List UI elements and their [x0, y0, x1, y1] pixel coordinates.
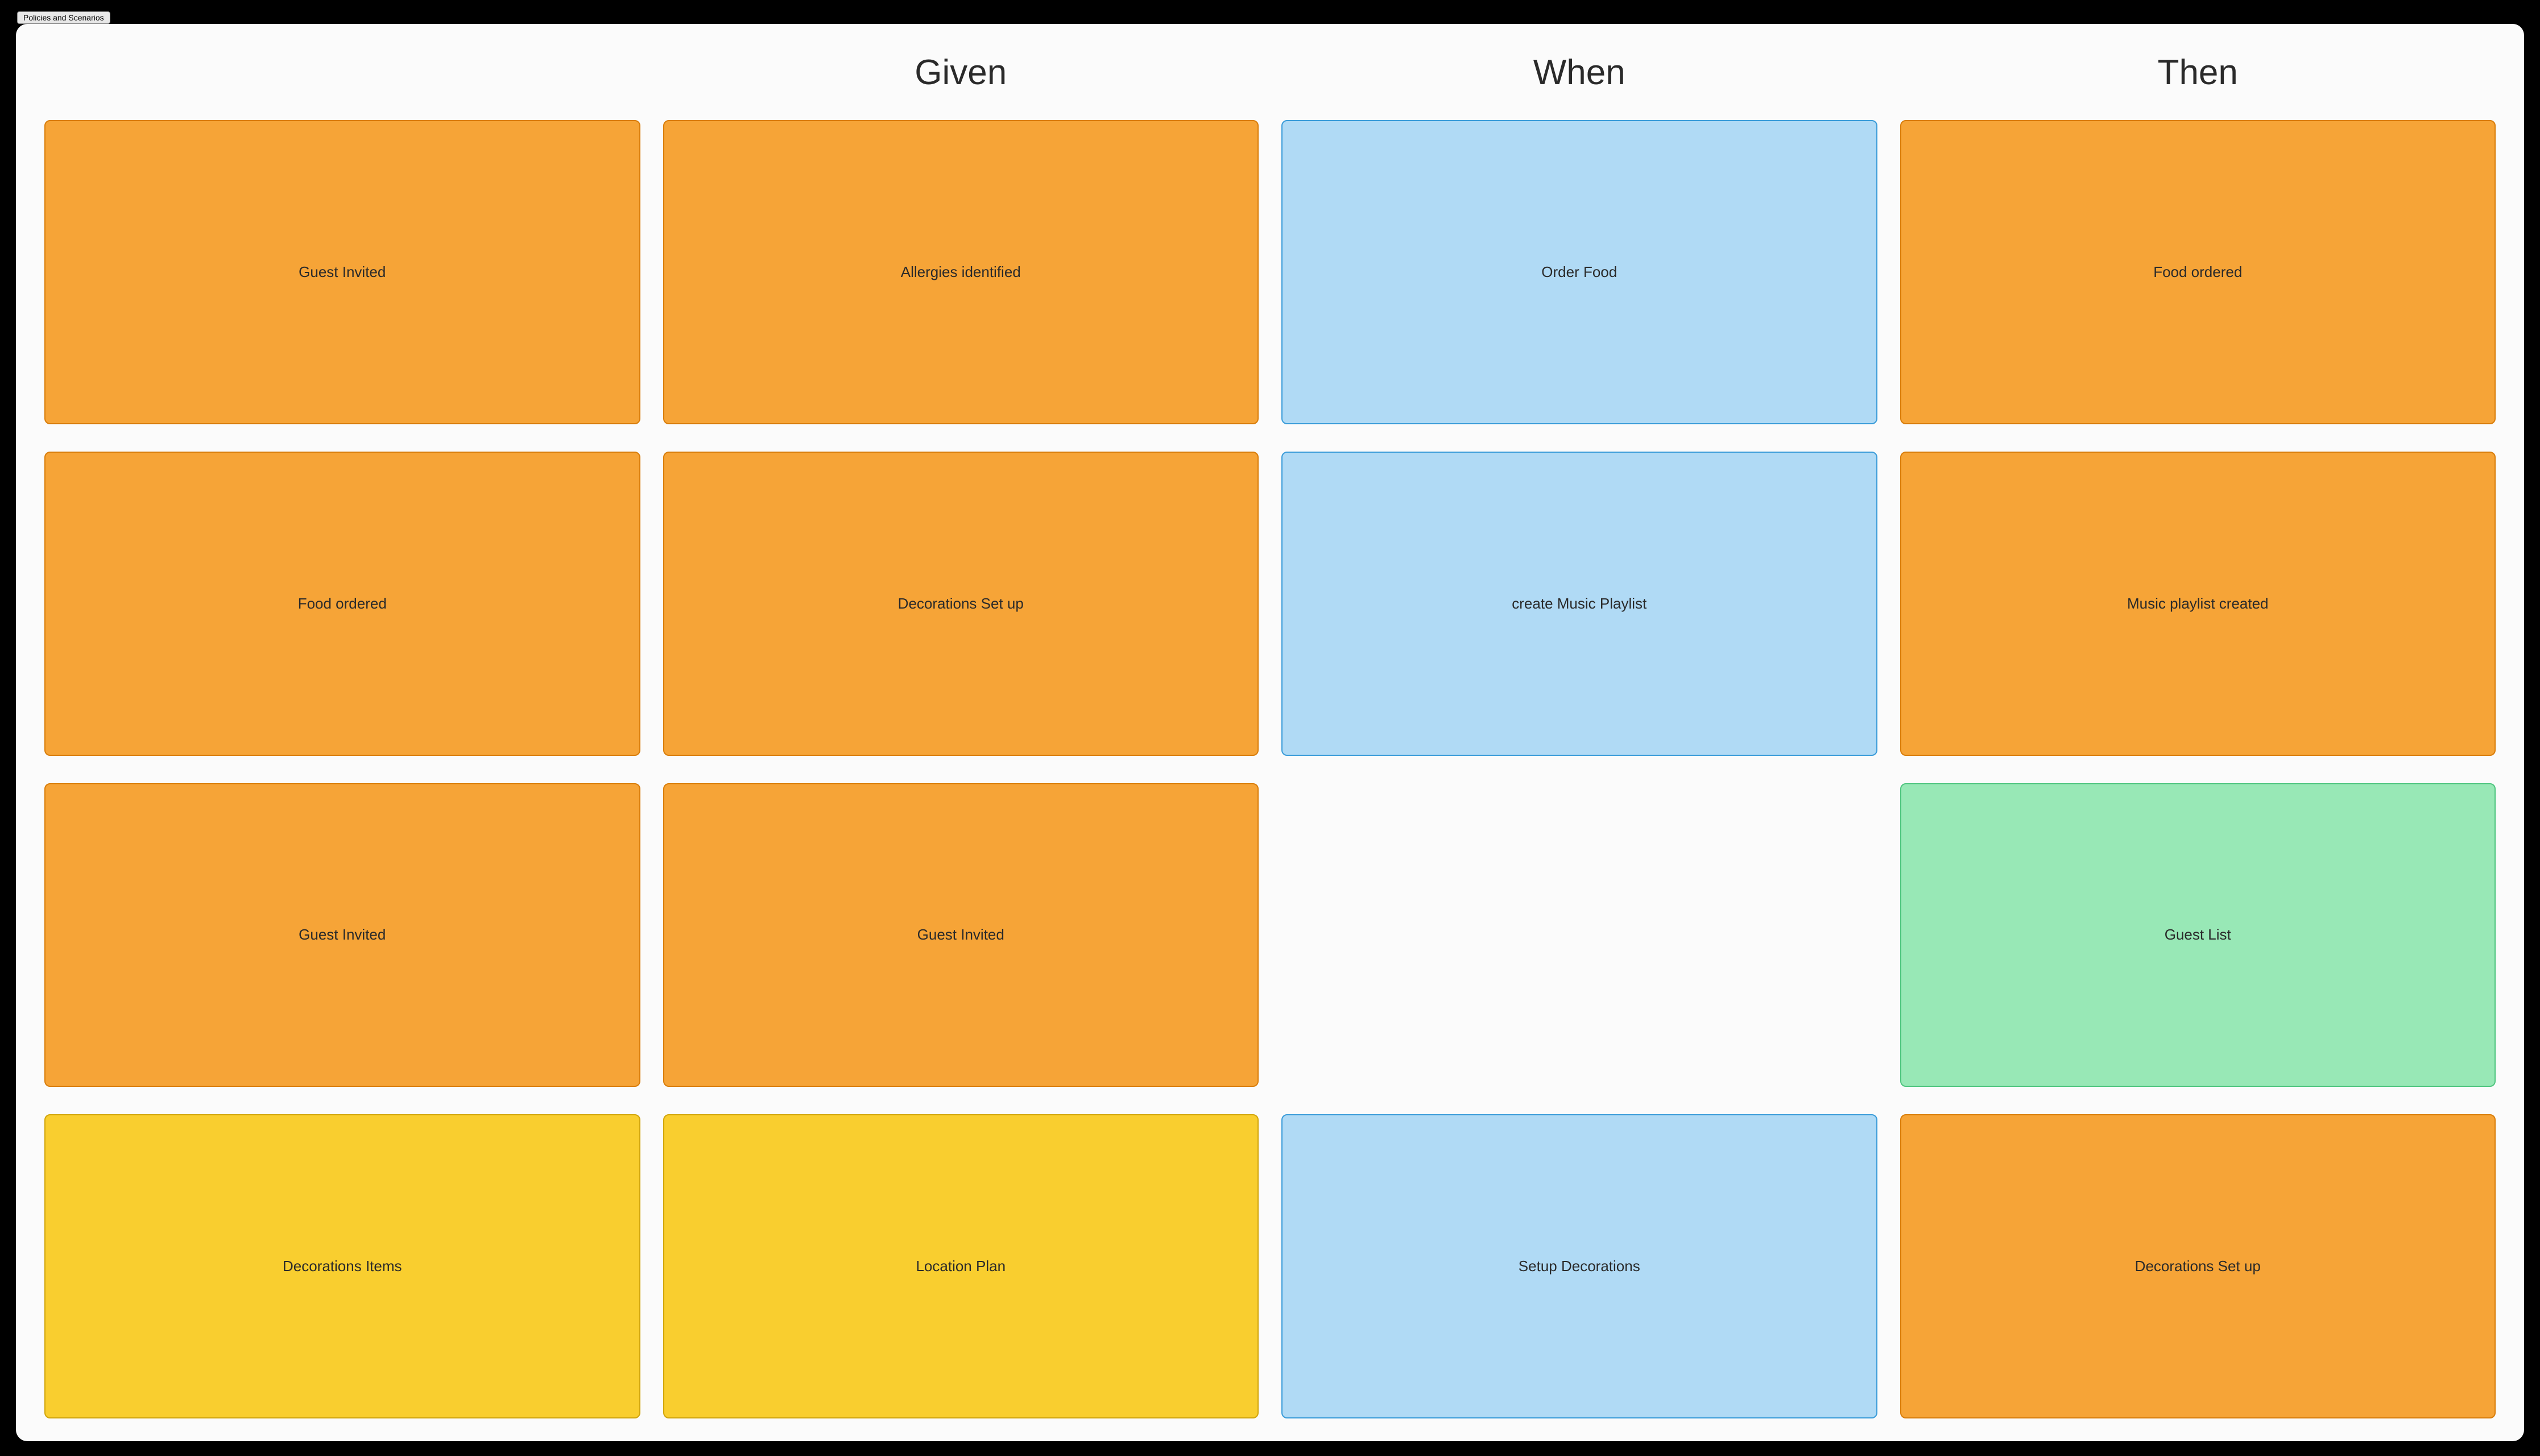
card-guest-invited-r2c0[interactable]: Guest Invited [44, 783, 640, 1087]
card-guest-invited[interactable]: Guest Invited [44, 120, 640, 424]
card-create-music-playlist[interactable]: create Music Playlist [1281, 452, 1877, 756]
card-food-ordered[interactable]: Food ordered [1900, 120, 2496, 424]
header-then: Then [1900, 47, 2496, 93]
tab-policies-scenarios[interactable]: Policies and Scenarios [17, 11, 110, 24]
empty-cell-r2c2 [1281, 783, 1877, 1087]
gwt-grid: Given When Then Guest Invited Allergies … [44, 47, 2496, 1418]
card-decorations-setup-then[interactable]: Decorations Set up [1900, 1114, 2496, 1418]
card-guest-list[interactable]: Guest List [1900, 783, 2496, 1087]
card-decorations-setup-given[interactable]: Decorations Set up [663, 452, 1259, 756]
card-allergies-identified[interactable]: Allergies identified [663, 120, 1259, 424]
header-blank [44, 47, 640, 93]
card-location-plan[interactable]: Location Plan [663, 1114, 1259, 1418]
card-music-playlist-created[interactable]: Music playlist created [1900, 452, 2496, 756]
card-food-ordered-given[interactable]: Food ordered [44, 452, 640, 756]
diagram-frame: Given When Then Guest Invited Allergies … [16, 24, 2524, 1441]
card-order-food[interactable]: Order Food [1281, 120, 1877, 424]
header-when: When [1281, 47, 1877, 93]
card-setup-decorations[interactable]: Setup Decorations [1281, 1114, 1877, 1418]
header-given: Given [663, 47, 1259, 93]
card-guest-invited-r2c1[interactable]: Guest Invited [663, 783, 1259, 1087]
card-decorations-items[interactable]: Decorations Items [44, 1114, 640, 1418]
